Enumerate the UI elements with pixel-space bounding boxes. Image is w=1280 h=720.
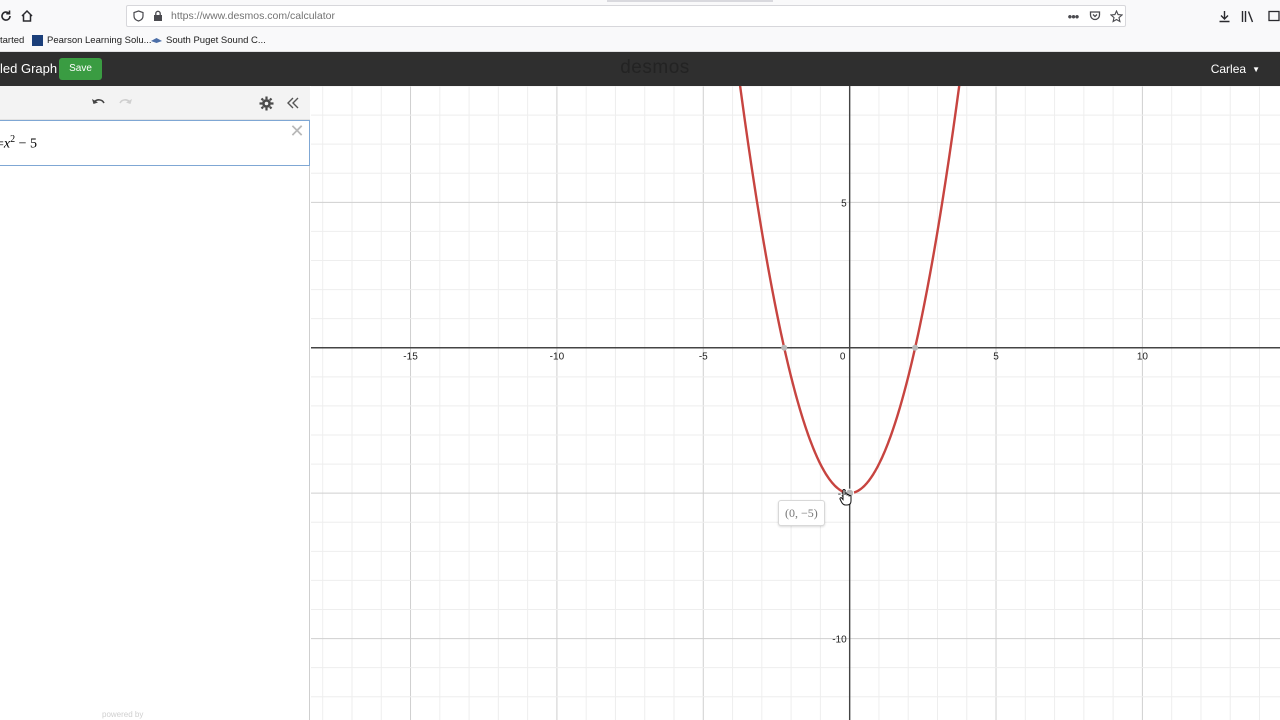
browser-toolbar: https://www.desmos.com/calculator •••: [0, 0, 1280, 32]
expression-panel: =x2 − 5 ✕ powered by: [0, 86, 310, 720]
bookmark-label: tarted: [0, 35, 25, 46]
user-menu[interactable]: Carlea ▼: [1211, 62, 1260, 76]
x-tick-label: -10: [550, 352, 565, 363]
x-intercept-point: [781, 344, 788, 351]
sidebar-icon[interactable]: [1264, 6, 1280, 26]
library-icon[interactable]: [1238, 6, 1258, 26]
page-actions-icon[interactable]: •••: [1065, 8, 1081, 24]
bookmark-getting-started[interactable]: tarted: [0, 35, 24, 46]
app-header: led Graph Save desmos Carlea ▼: [0, 52, 1280, 86]
graph-canvas[interactable]: -15-10-50510155-5-10 (0, −5): [311, 86, 1280, 720]
graph-svg[interactable]: -15-10-50510155-5-10: [311, 86, 1280, 720]
desmos-logo: desmos: [620, 57, 690, 78]
bookmark-south-puget-sound[interactable]: South Puget Sound C...: [151, 35, 266, 46]
x-tick-label: -15: [403, 352, 418, 363]
collapse-panel-icon[interactable]: [283, 93, 303, 113]
point-coordinate-label: (0, −5): [778, 500, 825, 526]
bookmark-label: South Puget Sound C...: [166, 35, 266, 46]
pocket-icon[interactable]: [1087, 8, 1103, 24]
graph-title[interactable]: led Graph: [0, 61, 57, 76]
bookmarks-bar: tarted Pearson Learning Solu... South Pu…: [0, 32, 1280, 52]
url-text[interactable]: https://www.desmos.com/calculator: [171, 10, 335, 22]
x-tick-label: 0: [840, 352, 846, 363]
expression-math[interactable]: =x2 − 5: [0, 134, 37, 153]
tracking-shield-icon[interactable]: [130, 8, 146, 24]
powered-by-text: powered by: [102, 710, 144, 719]
save-button[interactable]: Save: [59, 58, 102, 80]
url-bar[interactable]: https://www.desmos.com/calculator •••: [126, 5, 1126, 27]
y-tick-label: -10: [832, 635, 847, 646]
x-tick-label: 10: [1137, 352, 1149, 363]
user-name: Carlea: [1210, 62, 1247, 76]
redo-icon[interactable]: [116, 93, 136, 113]
undo-icon[interactable]: [88, 93, 108, 113]
active-tab-indicator: [607, 0, 773, 2]
bookmark-label: Pearson Learning Solu...: [47, 35, 152, 46]
y-tick-label: 5: [841, 198, 847, 209]
home-icon[interactable]: [17, 6, 37, 26]
x-intercept-point: [912, 344, 919, 351]
pearson-icon: [32, 35, 43, 46]
lock-icon[interactable]: [150, 8, 166, 24]
x-tick-label: -5: [699, 352, 708, 363]
bookmark-pearson[interactable]: Pearson Learning Solu...: [32, 35, 152, 46]
caret-down-icon: ▼: [1252, 64, 1260, 74]
close-icon[interactable]: ✕: [289, 122, 305, 140]
south-puget-sound-icon: [151, 35, 162, 46]
reload-icon[interactable]: [0, 6, 16, 26]
download-icon[interactable]: [1214, 6, 1234, 26]
expression-toolbar: [0, 86, 310, 120]
gear-icon[interactable]: [256, 93, 276, 113]
expression-constant: − 5: [15, 136, 38, 152]
x-tick-label: 5: [993, 352, 999, 363]
hand-cursor-icon: [839, 488, 853, 506]
bookmark-star-icon[interactable]: [1108, 8, 1124, 24]
expression-row[interactable]: =x2 − 5 ✕: [0, 120, 310, 166]
